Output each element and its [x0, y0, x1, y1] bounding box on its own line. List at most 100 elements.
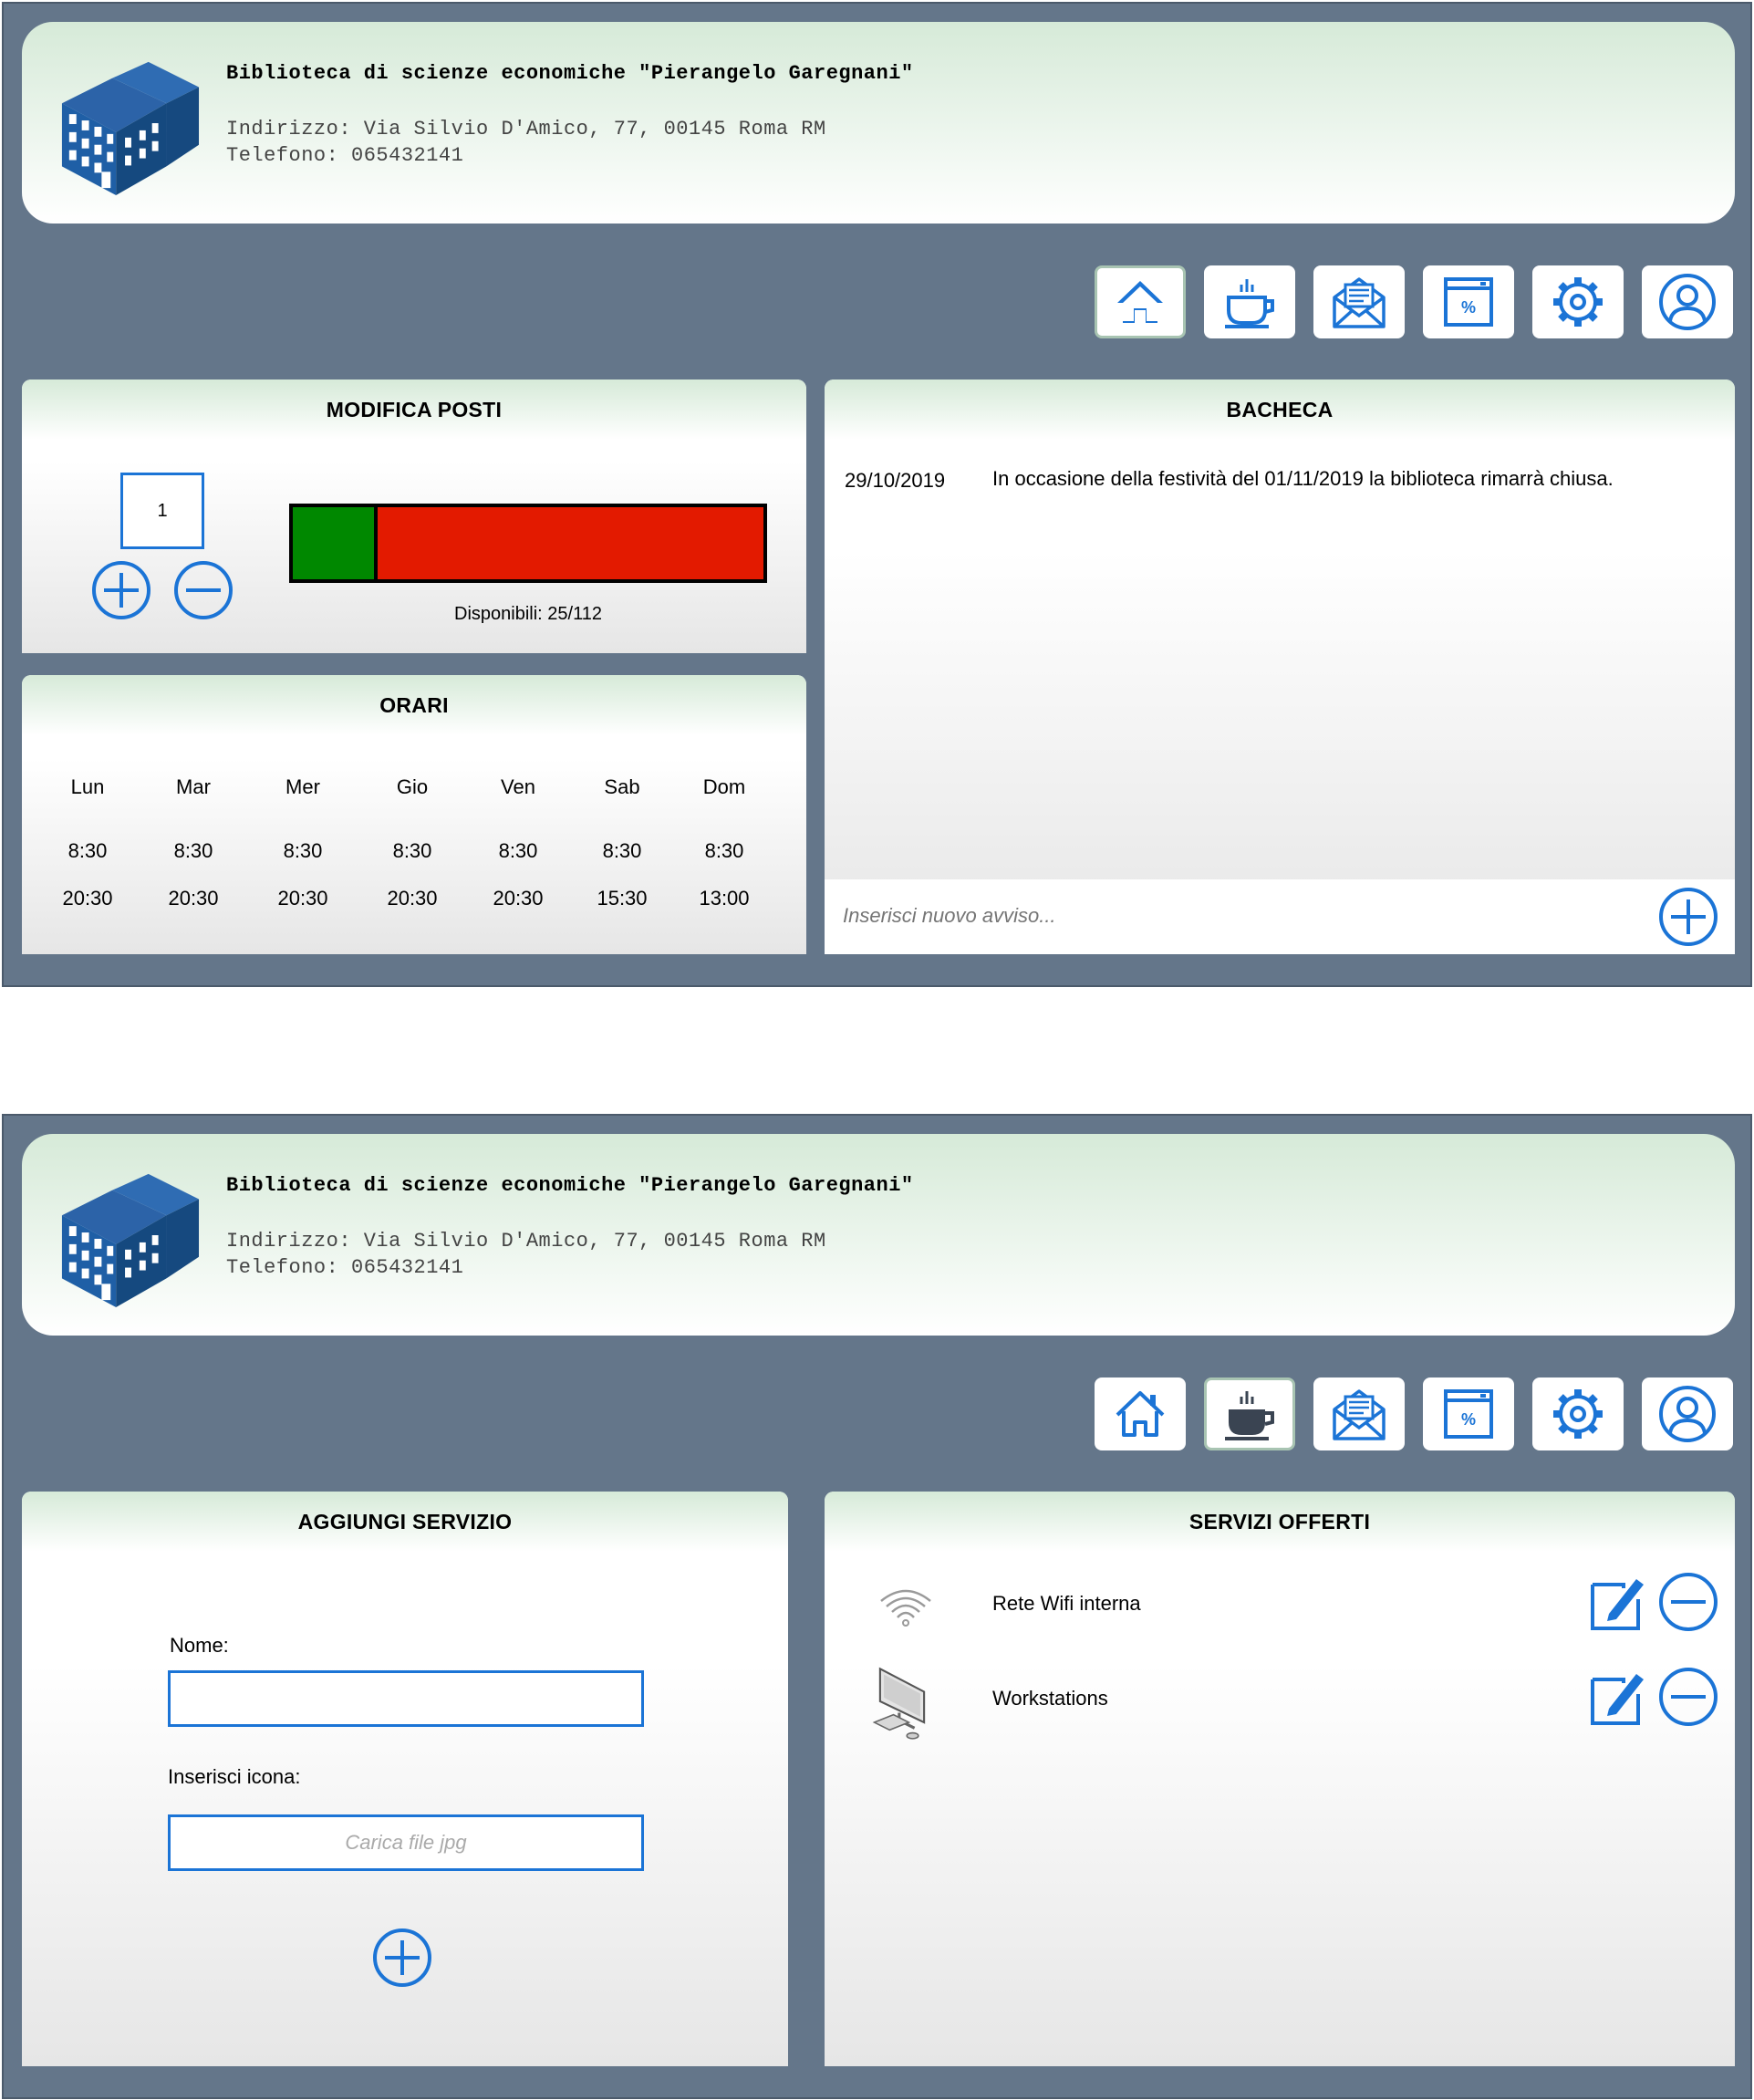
nav-settings-button[interactable]	[1532, 1377, 1624, 1450]
library-name: Biblioteca di scienze economiche "Pieran…	[226, 1174, 914, 1197]
services-list-panel: SERVIZI OFFERTI Rete Wifi interna Workst…	[825, 1492, 1735, 2066]
notice-date: 29/10/2019	[845, 469, 946, 492]
library-building-icon	[61, 61, 200, 196]
seats-panel: MODIFICA POSTI 1 Disponibili: 25/112	[22, 379, 806, 653]
discount-calendar-icon	[1444, 1389, 1493, 1439]
library-building-icon	[61, 1173, 200, 1308]
plus-icon	[1659, 888, 1718, 946]
add-service-panel: AGGIUNGI SERVIZIO Nome: Inserisci icona:…	[22, 1492, 788, 2066]
home-icon	[1117, 281, 1163, 323]
library-phone: Telefono: 065432141	[226, 1256, 464, 1279]
library-address: Indirizzo: Via Silvio D'Amico, 77, 00145…	[226, 1230, 826, 1253]
opening-time: 8:30	[498, 839, 538, 862]
day-label: Gio	[396, 775, 429, 798]
coffee-cup-icon	[1223, 277, 1274, 328]
library-header: Biblioteca di scienze economiche "Pieran…	[22, 22, 1735, 224]
day-label: Mar	[176, 775, 211, 798]
notice-board-title: BACHECA	[825, 379, 1735, 440]
service-name-input[interactable]	[168, 1670, 644, 1727]
discount-calendar-icon	[1444, 277, 1493, 327]
newsletter-icon	[1333, 277, 1386, 328]
remove-service-button[interactable]	[1658, 1667, 1718, 1727]
seats-panel-title: MODIFICA POSTI	[22, 379, 806, 440]
notice-board-panel: BACHECA 29/10/2019 In occasione della fe…	[825, 379, 1735, 954]
opening-time: 8:30	[392, 839, 432, 862]
notice-text: In occasione della festività del 01/11/2…	[992, 467, 1614, 490]
day-label: Mer	[285, 775, 320, 798]
gear-icon	[1548, 1384, 1608, 1444]
increase-seats-button[interactable]	[91, 560, 151, 620]
nav-services-button[interactable]	[1204, 1377, 1295, 1450]
nav-discounts-button[interactable]	[1423, 265, 1514, 338]
opening-time: 8:30	[67, 839, 108, 862]
list-item: Workstations	[825, 1656, 1735, 1743]
services-list-title: SERVIZI OFFERTI	[825, 1492, 1735, 1552]
service-name: Rete Wifi interna	[992, 1592, 1141, 1615]
nav-profile-button[interactable]	[1642, 265, 1733, 338]
add-service-title: AGGIUNGI SERVIZIO	[22, 1492, 788, 1552]
edit-service-button[interactable]	[1587, 1572, 1647, 1632]
workstation-icon	[873, 1667, 926, 1741]
library-header: Biblioteca di scienze economiche "Pieran…	[22, 1134, 1735, 1336]
nav-home-button[interactable]	[1095, 1377, 1186, 1450]
plus-icon	[373, 1928, 431, 1987]
add-notice-button[interactable]	[1658, 887, 1718, 947]
screen-services: Biblioteca di scienze economiche "Pieran…	[2, 1114, 1752, 2099]
closing-time: 15:30	[597, 887, 648, 910]
day-label: Sab	[604, 775, 640, 798]
minus-icon	[174, 561, 233, 619]
library-address: Indirizzo: Via Silvio D'Amico, 77, 00145…	[226, 118, 826, 140]
day-label: Ven	[501, 775, 535, 798]
decrease-seats-button[interactable]	[173, 560, 234, 620]
new-notice-input[interactable]	[841, 898, 1644, 934]
edit-icon	[1591, 1577, 1645, 1630]
seat-step-value[interactable]: 1	[120, 473, 204, 549]
nav-newsletter-button[interactable]	[1313, 1377, 1405, 1450]
wifi-icon	[879, 1589, 932, 1627]
user-icon	[1659, 1386, 1716, 1442]
seats-availability-bar	[289, 504, 767, 583]
library-phone: Telefono: 065432141	[226, 144, 464, 167]
coffee-cup-icon	[1223, 1389, 1274, 1440]
day-label: Dom	[702, 775, 746, 798]
new-notice-bar	[825, 879, 1735, 954]
nav-newsletter-button[interactable]	[1313, 265, 1405, 338]
opening-time: 8:30	[283, 839, 323, 862]
day-label: Lun	[70, 775, 105, 798]
closing-time: 20:30	[493, 887, 544, 910]
closing-time: 13:00	[699, 887, 750, 910]
opening-time: 8:30	[602, 839, 642, 862]
closing-time: 20:30	[387, 887, 438, 910]
remove-service-button[interactable]	[1658, 1572, 1718, 1632]
service-name-label: Nome:	[170, 1634, 229, 1657]
list-item: Rete Wifi interna	[825, 1561, 1735, 1645]
add-service-button[interactable]	[372, 1928, 432, 1988]
screen-dashboard: Biblioteca di scienze economiche "Pieran…	[2, 2, 1752, 987]
nav-home-button[interactable]	[1095, 265, 1186, 338]
closing-time: 20:30	[62, 887, 113, 910]
edit-icon	[1591, 1672, 1645, 1725]
service-name: Workstations	[992, 1687, 1108, 1710]
nav-settings-button[interactable]	[1532, 265, 1624, 338]
edit-service-button[interactable]	[1587, 1667, 1647, 1727]
nav-profile-button[interactable]	[1642, 1377, 1733, 1450]
minus-icon	[1659, 1573, 1718, 1631]
library-name: Biblioteca di scienze economiche "Pieran…	[226, 62, 914, 85]
user-icon	[1659, 274, 1716, 330]
hours-panel: ORARI Lun 8:30 20:30 Mar 8:30 20:30 Mer 8:30 20:…	[22, 675, 806, 954]
opening-time: 8:30	[173, 839, 213, 862]
closing-time: 20:30	[277, 887, 328, 910]
plus-icon	[92, 561, 150, 619]
seats-available-fill	[293, 507, 378, 579]
seats-available-label: Disponibili: 25/112	[454, 604, 602, 624]
hours-panel-title: ORARI	[22, 675, 806, 735]
upload-icon-field[interactable]: Carica file jpg	[168, 1814, 644, 1871]
newsletter-icon	[1333, 1389, 1386, 1440]
nav-services-button[interactable]	[1204, 265, 1295, 338]
nav-discounts-button[interactable]	[1423, 1377, 1514, 1450]
closing-time: 20:30	[168, 887, 219, 910]
opening-time: 8:30	[704, 839, 744, 862]
home-icon	[1116, 1391, 1165, 1437]
service-icon-label: Inserisci icona:	[168, 1765, 301, 1788]
gear-icon	[1548, 272, 1608, 332]
